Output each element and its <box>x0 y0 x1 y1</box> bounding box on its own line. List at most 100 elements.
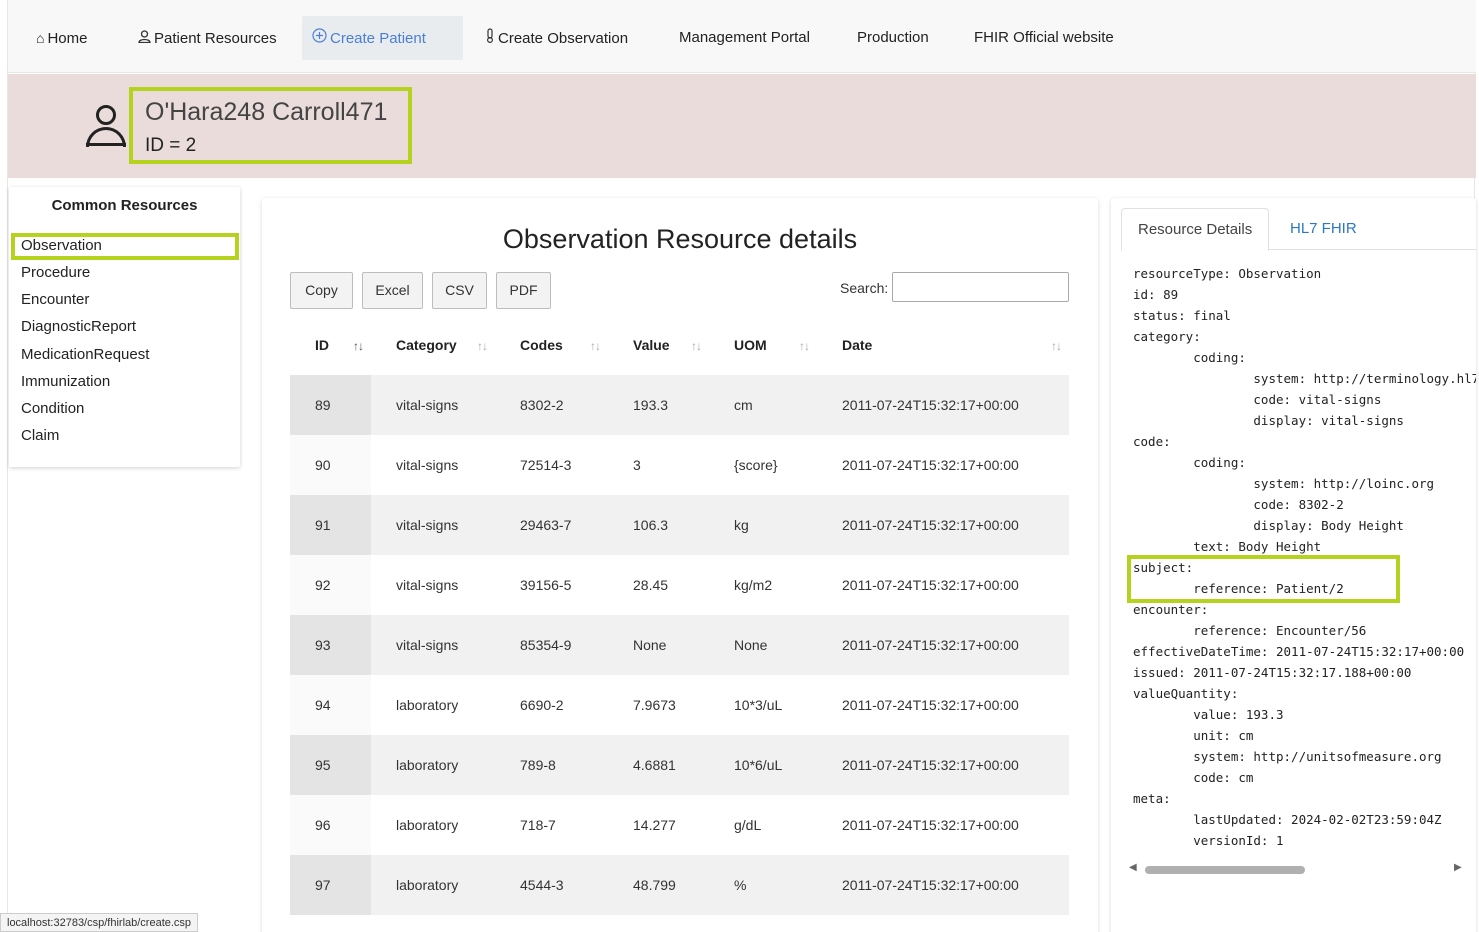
nav-management-portal[interactable]: Management Portal <box>669 16 820 60</box>
cell-category: vital-signs <box>396 457 459 473</box>
table-row[interactable]: 91 vital-signs 29463-7 106.3 kg 2011-07-… <box>290 495 1069 555</box>
cell-code: 6690-2 <box>520 697 564 713</box>
table-row[interactable]: 92 vital-signs 39156-5 28.45 kg/m2 2011-… <box>290 555 1069 615</box>
cell-code: 39156-5 <box>520 577 572 593</box>
column-header-date[interactable]: Date ↑↓ <box>817 315 1069 375</box>
detail-line: code: 8302-2 <box>1133 497 1344 512</box>
table-row[interactable]: 97 laboratory 4544-3 48.799 % 2011-07-24… <box>290 855 1069 915</box>
nav-fhir-website[interactable]: FHIR Official website <box>964 16 1124 60</box>
cell-date: 2011-07-24T15:32:17+00:00 <box>817 735 1069 795</box>
sidebar-item-medicationrequest[interactable]: MedicationRequest <box>21 346 149 363</box>
cell-code: 29463-7 <box>495 495 608 555</box>
detail-line: unit: cm <box>1133 728 1254 743</box>
sort-icon: ↑↓ <box>477 339 488 353</box>
nav-create-observation[interactable]: Create Observation <box>475 16 638 60</box>
table-row[interactable]: 95 laboratory 789-8 4.6881 10*6/uL 2011-… <box>290 735 1069 795</box>
patient-avatar-icon <box>86 105 126 149</box>
detail-line: reference: Encounter/56 <box>1133 623 1367 638</box>
patient-id: ID = 2 <box>145 135 197 156</box>
detail-line: value: 193.3 <box>1133 707 1284 722</box>
cell-value: 14.277 <box>633 817 676 833</box>
column-header-category[interactable]: Category ↑↓ <box>371 315 495 375</box>
scroll-right-arrow-icon[interactable]: ▶ <box>1454 862 1462 873</box>
table-row[interactable]: 89 vital-signs 8302-2 193.3 cm 2011-07-2… <box>290 375 1069 435</box>
cell-category: vital-signs <box>371 615 495 675</box>
detail-line: meta: <box>1133 791 1171 806</box>
table-row[interactable]: 90 vital-signs 72514-3 3 {score} 2011-07… <box>290 435 1069 495</box>
cell-value: 28.45 <box>633 577 669 593</box>
cell-id: 97 <box>290 855 371 915</box>
csv-button[interactable]: CSV <box>432 272 487 309</box>
cell-value: 3 <box>633 457 641 473</box>
details-tabs: Resource Details HL7 FHIR <box>1121 208 1476 251</box>
sidebar-title: Common Resources <box>51 197 198 214</box>
cell-code: 8302-2 <box>495 375 608 435</box>
cell-date: 2011-07-24T15:32:17+00:00 <box>842 577 1019 593</box>
cell-id: 93 <box>290 615 371 675</box>
detail-line: status: final <box>1133 308 1231 323</box>
nav-fhir-website-label: FHIR Official website <box>974 29 1114 46</box>
cell-value: 7.9673 <box>633 697 676 713</box>
cell-code: 718-7 <box>520 817 556 833</box>
home-icon: ⌂ <box>36 30 45 46</box>
column-header-codes[interactable]: Codes ↑↓ <box>495 315 608 375</box>
sidebar-item-encounter[interactable]: Encounter <box>21 291 89 308</box>
table-header-row: ID ↑↓ Category ↑↓ Codes ↑↓ Value ↑↓ UOM ↑↓ Da… <box>290 315 1069 375</box>
tab-hl7-fhir[interactable]: HL7 FHIR <box>1274 208 1373 251</box>
excel-button[interactable]: Excel <box>362 272 423 309</box>
cell-category: laboratory <box>396 697 459 713</box>
sidebar-item-observation[interactable]: Observation <box>21 237 102 254</box>
cell-id: 92 <box>290 555 371 615</box>
detail-line: valueQuantity: <box>1133 686 1239 701</box>
cell-value: 48.799 <box>608 855 709 915</box>
cell-uom: 10*3/uL <box>734 697 783 713</box>
table-row[interactable]: 93 vital-signs 85354-9 None None 2011-07… <box>290 615 1069 675</box>
sidebar-item-condition[interactable]: Condition <box>21 400 84 417</box>
patient-name-highlight: O'Hara248 Carroll471 ID = 2 <box>129 87 412 164</box>
pdf-button[interactable]: PDF <box>496 272 551 309</box>
sidebar-item-diagnosticreport[interactable]: DiagnosticReport <box>21 318 136 335</box>
cell-uom: 10*6/uL <box>709 735 817 795</box>
cell-code: 4544-3 <box>495 855 608 915</box>
nav-patient-resources[interactable]: Patient Resources <box>128 16 287 60</box>
cell-date: 2011-07-24T15:32:17+00:00 <box>842 817 1019 833</box>
detail-line: display: Body Height <box>1133 518 1404 533</box>
horizontal-scrollbar-thumb[interactable] <box>1145 866 1305 874</box>
cell-category: vital-signs <box>371 495 495 555</box>
sidebar-item-procedure[interactable]: Procedure <box>21 264 90 281</box>
nav-production-label: Production <box>857 29 929 46</box>
nav-create-patient[interactable]: Create Patient <box>302 16 463 60</box>
detail-line: issued: 2011-07-24T15:32:17.188+00:00 <box>1133 665 1412 680</box>
cell-value: None <box>608 615 709 675</box>
cell-date: 2011-07-24T15:32:17+00:00 <box>842 457 1019 473</box>
sort-icon: ↑↓ <box>353 339 364 353</box>
cell-category: laboratory <box>371 735 495 795</box>
cell-uom: {score} <box>734 457 778 473</box>
cell-date: 2011-07-24T15:32:17+00:00 <box>817 495 1069 555</box>
sort-icon: ↑↓ <box>799 339 810 353</box>
column-header-uom[interactable]: UOM ↑↓ <box>709 315 817 375</box>
cell-id: 96 <box>290 795 371 855</box>
table-row[interactable]: 96 laboratory 718-7 14.277 g/dL 2011-07-… <box>290 795 1069 855</box>
cell-uom: None <box>709 615 817 675</box>
detail-line: text: Body Height <box>1133 539 1322 554</box>
person-icon <box>138 16 151 60</box>
table-row[interactable]: 94 laboratory 6690-2 7.9673 10*3/uL 2011… <box>290 675 1069 735</box>
detail-line: system: http://unitsofmeasure.org <box>1133 749 1442 764</box>
search-input[interactable] <box>892 272 1069 302</box>
scroll-left-arrow-icon[interactable]: ◀ <box>1129 862 1137 873</box>
cell-uom: % <box>709 855 817 915</box>
detail-line: resourceType: Observation <box>1133 266 1322 281</box>
observation-panel: Observation Resource details Copy Excel … <box>262 198 1098 932</box>
copy-button[interactable]: Copy <box>290 272 353 309</box>
column-header-value[interactable]: Value ↑↓ <box>608 315 709 375</box>
sort-icon: ↑↓ <box>1051 339 1062 353</box>
search-label: Search: <box>840 280 889 296</box>
sidebar-item-claim[interactable]: Claim <box>21 427 59 444</box>
tab-resource-details[interactable]: Resource Details <box>1121 208 1270 251</box>
column-header-id[interactable]: ID ↑↓ <box>290 315 371 375</box>
detail-line: code: <box>1133 434 1171 449</box>
nav-production[interactable]: Production <box>847 16 939 60</box>
nav-home[interactable]: ⌂ Home <box>26 16 97 60</box>
sidebar-item-immunization[interactable]: Immunization <box>21 373 110 390</box>
